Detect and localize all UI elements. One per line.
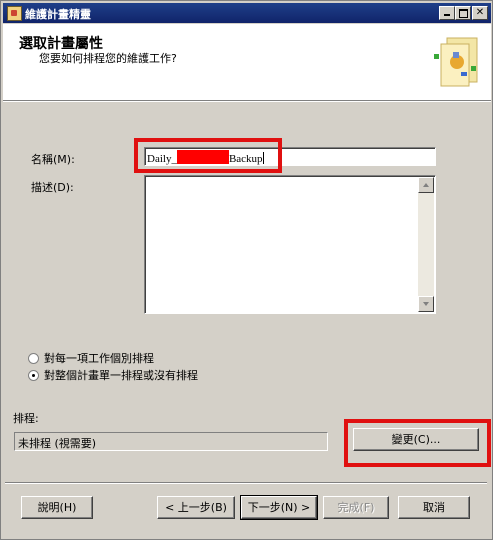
maximize-button[interactable] xyxy=(455,6,471,20)
wizard-graphic-icon xyxy=(434,37,478,87)
scroll-up-button[interactable] xyxy=(418,177,434,193)
close-button[interactable]: ✕ xyxy=(472,6,488,20)
name-label: 名稱(M): xyxy=(31,153,75,166)
wizard-window: 維護計畫精靈 ✕ 選取計畫屬性 您要如何排程您的維護工作? 名稱(M): Dai… xyxy=(0,0,493,540)
radio-label-each-task: 對每一項工作個別排程 xyxy=(44,352,154,365)
minimize-button[interactable] xyxy=(439,6,455,20)
scroll-down-button[interactable] xyxy=(418,296,434,312)
radio-label-entire-plan: 對整個計畫單一排程或沒有排程 xyxy=(44,369,198,382)
radio-button[interactable] xyxy=(28,353,39,364)
window-title: 維護計畫精靈 xyxy=(25,8,91,21)
wizard-app-icon xyxy=(7,6,22,21)
radio-schedule-each-task[interactable]: 對每一項工作個別排程 xyxy=(28,350,154,366)
title-bar[interactable]: 維護計畫精靈 ✕ xyxy=(3,3,491,23)
next-button[interactable]: 下一步(N) > xyxy=(240,495,318,520)
change-button-highlight-box xyxy=(344,419,491,467)
name-highlight-box xyxy=(134,138,282,173)
description-textarea[interactable] xyxy=(144,175,436,314)
schedule-label: 排程: xyxy=(13,412,39,425)
finish-button[interactable]: 完成(F) xyxy=(323,496,389,519)
back-button[interactable]: < 上一步(B) xyxy=(157,496,235,519)
radio-button-selected[interactable] xyxy=(28,370,39,381)
description-scrollbar[interactable] xyxy=(418,177,434,312)
help-button[interactable]: 說明(H) xyxy=(21,496,93,519)
cancel-button[interactable]: 取消 xyxy=(398,496,470,519)
description-label: 描述(D): xyxy=(31,181,74,194)
wizard-header: 選取計畫屬性 您要如何排程您的維護工作? xyxy=(3,24,491,101)
schedule-value: 未排程 (視需要) xyxy=(14,432,328,451)
header-separator xyxy=(3,101,491,102)
page-subtitle: 您要如何排程您的維護工作? xyxy=(39,52,177,65)
footer-separator xyxy=(5,482,487,483)
radio-schedule-entire-plan[interactable]: 對整個計畫單一排程或沒有排程 xyxy=(28,367,198,383)
